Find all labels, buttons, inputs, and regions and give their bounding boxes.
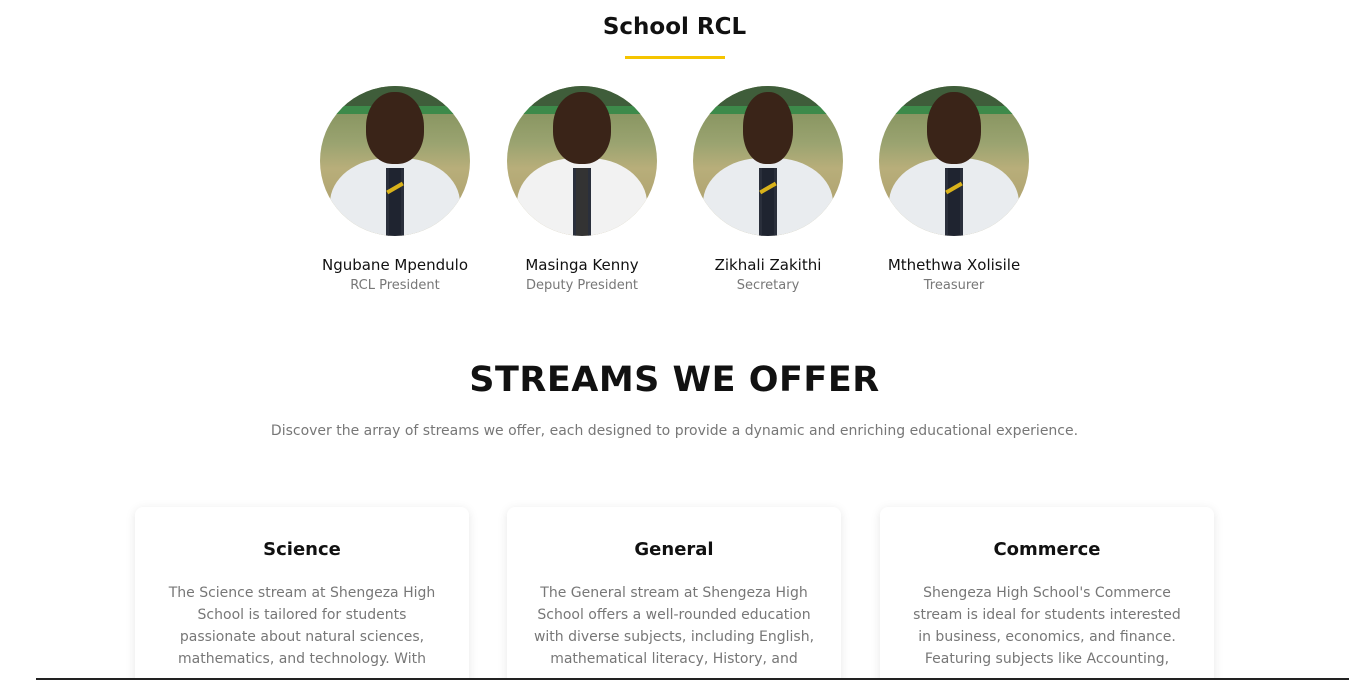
card-description: The General stream at Shengeza High Scho…: [533, 585, 815, 667]
member-photo: [693, 86, 843, 236]
member-photo: [320, 86, 470, 236]
card-title: General: [634, 539, 714, 560]
card-description: Shengeza High School's Commerce stream i…: [913, 585, 1181, 667]
member-role: Treasurer: [923, 278, 985, 293]
stream-card-science: Science The Science stream at Shengeza H…: [135, 507, 469, 680]
member-photo: [879, 86, 1029, 236]
title-underline: [625, 56, 725, 59]
streams-title: STREAMS WE OFFER: [469, 360, 880, 400]
rcl-member-card: Ngubane Mpendulo RCL President: [302, 86, 488, 293]
rcl-member-card: Zikhali Zakithi Secretary: [675, 86, 861, 293]
stream-card-commerce: Commerce Shengeza High School's Commerce…: [880, 507, 1214, 680]
member-photo: [507, 86, 657, 236]
card-title: Commerce: [993, 539, 1101, 560]
member-role: Secretary: [736, 278, 800, 293]
stream-card-general: General The General stream at Shengeza H…: [507, 507, 841, 680]
member-name: Zikhali Zakithi: [714, 256, 822, 274]
rcl-title: School RCL: [602, 14, 747, 40]
member-name: Masinga Kenny: [525, 256, 639, 274]
streams-subtitle: Discover the array of streams we offer, …: [270, 423, 1079, 439]
member-name: Mthethwa Xolisile: [887, 256, 1021, 274]
card-description: The Science stream at Shengeza High Scho…: [168, 585, 436, 667]
rcl-member-card: Mthethwa Xolisile Treasurer: [861, 86, 1047, 293]
member-role: RCL President: [350, 278, 440, 293]
rcl-member-card: Masinga Kenny Deputy President: [489, 86, 675, 293]
card-title: Science: [263, 539, 341, 560]
member-role: Deputy President: [525, 278, 639, 293]
member-name: Ngubane Mpendulo: [321, 256, 469, 274]
